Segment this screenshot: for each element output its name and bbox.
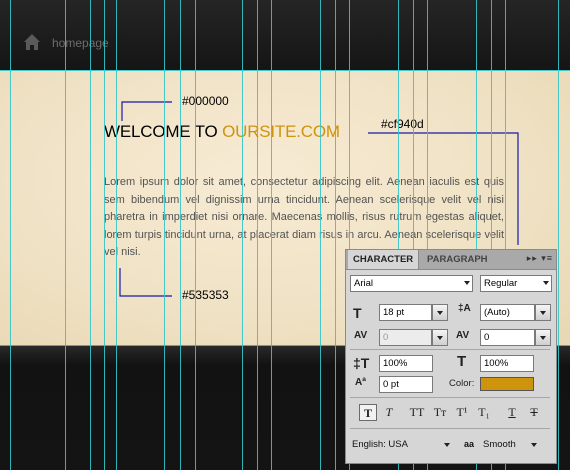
leading-field[interactable]: (Auto) xyxy=(480,304,535,321)
annotation-accent-color: #cf940d xyxy=(381,117,424,131)
small-caps-button[interactable]: Tт xyxy=(431,404,449,421)
faux-bold-button[interactable]: T xyxy=(359,404,377,421)
underline-button[interactable]: T xyxy=(503,404,521,421)
font-family-select[interactable]: Arial xyxy=(350,275,473,292)
chevron-down-icon xyxy=(464,281,470,285)
panel-tabs: CHARACTER PARAGRAPH ▸▸ ▾≡ xyxy=(346,250,556,270)
kerning-dropdown[interactable] xyxy=(432,329,448,346)
heading-accent: OURSITE.COM xyxy=(222,122,340,141)
horizontal-scale-field[interactable]: 100% xyxy=(480,355,534,372)
font-style-select[interactable]: Regular xyxy=(480,275,552,292)
font-style-value: Regular xyxy=(484,278,518,289)
font-family-value: Arial xyxy=(354,278,374,289)
strikethrough-button[interactable]: T xyxy=(525,404,543,421)
divider xyxy=(350,397,550,398)
vertical-scale-icon: ‡T xyxy=(353,355,370,371)
page-heading: WELCOME TO OURSITE.COM xyxy=(104,122,340,142)
kerning-field[interactable]: 0 xyxy=(379,329,432,346)
chevron-down-icon xyxy=(444,443,450,447)
panel-menu-icon[interactable]: ▸▸ ▾≡ xyxy=(527,253,553,264)
subscript-button[interactable]: T₁ xyxy=(475,404,493,421)
font-size-field[interactable]: 18 pt xyxy=(379,304,432,321)
heading-text: WELCOME TO xyxy=(104,122,223,141)
chevron-down-icon xyxy=(531,443,537,447)
home-icon[interactable] xyxy=(23,33,41,51)
superscript-button[interactable]: T¹ xyxy=(453,404,471,421)
antialias-icon: aa xyxy=(464,439,475,449)
divider xyxy=(350,349,550,350)
annotation-body-color: #535353 xyxy=(182,288,229,302)
font-size-dropdown[interactable] xyxy=(432,304,448,321)
chevron-down-icon xyxy=(543,281,549,285)
tracking-icon: AV xyxy=(456,330,470,341)
annotation-heading-color: #000000 xyxy=(182,94,229,108)
language-value: English: USA xyxy=(352,439,408,450)
font-size-icon: T xyxy=(353,305,362,321)
homepage-link[interactable]: homepage xyxy=(52,36,109,50)
color-swatch[interactable] xyxy=(480,377,534,391)
horizontal-scale-icon: T xyxy=(457,353,467,370)
antialias-value: Smooth xyxy=(483,439,516,450)
tracking-field[interactable]: 0 xyxy=(480,329,535,346)
tab-paragraph[interactable]: PARAGRAPH xyxy=(422,250,493,269)
baseline-shift-field[interactable]: 0 pt xyxy=(379,376,433,393)
faux-italic-button[interactable]: T xyxy=(380,404,398,421)
vertical-scale-field[interactable]: 100% xyxy=(379,355,433,372)
tab-character[interactable]: CHARACTER xyxy=(348,250,420,269)
divider xyxy=(350,428,550,429)
tracking-dropdown[interactable] xyxy=(535,329,551,346)
baseline-shift-icon: Aª xyxy=(355,377,366,388)
kerning-icon: AV xyxy=(354,330,368,341)
leading-icon: ‡A xyxy=(458,303,471,314)
color-label: Color: xyxy=(449,378,475,389)
language-select[interactable]: English: USA xyxy=(352,436,452,453)
all-caps-button[interactable]: TT xyxy=(408,404,426,421)
leading-dropdown[interactable] xyxy=(535,304,551,321)
antialias-select[interactable]: Smooth xyxy=(483,436,539,453)
top-navigation-bar: homepage xyxy=(0,0,570,70)
